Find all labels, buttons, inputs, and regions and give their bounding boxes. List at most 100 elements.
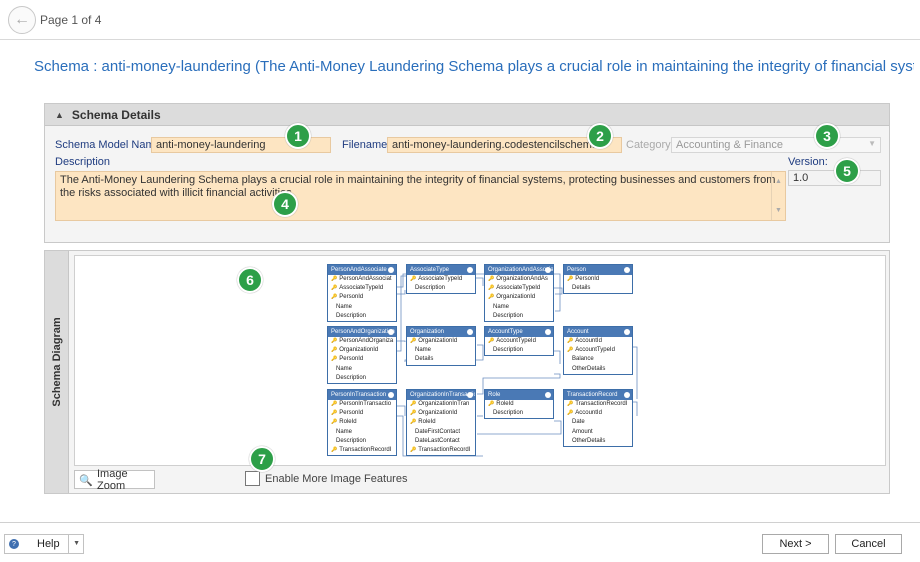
badge-7: 7 — [249, 446, 275, 472]
enable-features-checkbox[interactable] — [245, 471, 260, 486]
diagram-table-field: PersonId — [328, 409, 396, 418]
badge-6: 6 — [237, 267, 263, 293]
diagram-table: AccountTypeAccountTypeIdDescription — [484, 326, 554, 357]
diagram-table-field: Name — [493, 303, 510, 310]
diagram-table-field: RoleId — [485, 400, 553, 409]
chevron-down-icon[interactable]: ▼ — [73, 540, 80, 547]
collapse-icon — [388, 267, 394, 273]
diagram-table-field: Name — [336, 428, 353, 435]
diagram-table: OrganizationAndAssociateOrganizationAndA… — [484, 264, 554, 322]
diagram-table-field: Details — [572, 285, 591, 292]
image-zoom-button[interactable]: 🔍 Image Zoom — [74, 467, 155, 492]
schema-diagram-panel: Schema Diagram PersonAndAssociate 🔑 Pers… — [44, 250, 890, 494]
diagram-table-field: AccountId — [564, 409, 632, 418]
diagram-table-header: OrganizationInTransaction — [407, 390, 475, 400]
collapse-icon — [388, 392, 394, 398]
image-zoom-label: Image Zoom — [97, 467, 128, 492]
diagram-table-header: AccountType — [485, 327, 553, 337]
collapse-icon — [467, 392, 473, 398]
diagram-table-field: OtherDetails — [572, 437, 606, 444]
diagram-table-field: PersonId — [328, 355, 396, 364]
diagram-table-field: Description — [336, 437, 367, 444]
badge-3: 3 — [814, 123, 840, 149]
category-label: Category: — [626, 139, 674, 151]
collapse-icon — [545, 392, 551, 398]
diagram-table-field: PersonInTransactio — [328, 400, 396, 409]
diagram-table-field: Amount — [572, 428, 593, 435]
diagram-table: RoleRoleIdDescription — [484, 389, 554, 420]
diagram-table-field: Description — [336, 374, 367, 381]
diagram-table-field: AssociateTypeId — [407, 275, 475, 284]
schema-details-panel: ▲ Schema Details Schema Model Name: anti… — [44, 103, 890, 243]
diagram-table-header: Person — [564, 265, 632, 275]
chevron-up-icon[interactable]: ▲ — [55, 110, 64, 120]
diagram-table-header: TransactionRecord — [564, 390, 632, 400]
diagram-table-field: Name — [415, 347, 432, 354]
schema-details-header[interactable]: ▲ Schema Details — [45, 104, 889, 126]
bottom-bar: ? Help ▼ Next > Cancel — [0, 522, 920, 562]
diagram-table-header: Organization — [407, 327, 475, 337]
diagram-table-field: PersonAndAssociat — [328, 275, 396, 284]
diagram-table: OrganizationInTransactionOrganizationInT… — [406, 389, 476, 457]
zoom-icon: 🔍 — [79, 474, 93, 487]
chevron-down-icon: ▼ — [868, 139, 876, 148]
diagram-table: PersonInTransactionPersonInTransactioPer… — [327, 389, 397, 457]
diagram-table-field: RoleId — [328, 418, 396, 427]
help-button[interactable]: ? Help ▼ — [4, 534, 84, 554]
description-text: The Anti-Money Laundering Schema plays a… — [60, 174, 776, 199]
diagram-table-field: Balance — [572, 356, 594, 363]
diagram-table-header: PersonAndOrganization — [328, 327, 396, 337]
badge-1: 1 — [285, 123, 311, 149]
collapse-icon — [388, 329, 394, 335]
diagram-table-field: Name — [336, 365, 353, 372]
schema-diagram-image[interactable]: PersonAndAssociatePersonAndAssociat Assoc… — [74, 255, 886, 466]
schema-title: Schema : anti-money-laundering (The Anti… — [34, 58, 914, 75]
diagram-table-field: OrganizationId — [485, 293, 553, 302]
enable-features-option[interactable]: Enable More Image Features — [245, 471, 407, 486]
description-label: Description — [55, 156, 111, 168]
diagram-table-field: AccountTypeId — [564, 346, 632, 355]
version-label: Version: — [788, 156, 828, 168]
collapse-icon — [624, 267, 630, 273]
diagram-table-header: PersonInTransaction — [328, 390, 396, 400]
diagram-table: AssociateTypeAssociateTypeIdDescription — [406, 264, 476, 295]
diagram-table: PersonAndAssociatePersonAndAssociatAssoc… — [327, 264, 397, 322]
diagram-table-field: OrganizationId — [407, 409, 475, 418]
diagram-table-field: OrganizationId — [328, 346, 396, 355]
collapse-icon — [545, 329, 551, 335]
help-icon: ? — [9, 539, 19, 549]
schema-details-title: Schema Details — [71, 107, 161, 122]
diagram-table: AccountAccountIdAccountTypeIdBalance Othe… — [563, 326, 633, 375]
diagram-table-field: Description — [493, 410, 524, 417]
diagram-table-field: AssociateTypeId — [485, 284, 553, 293]
diagram-table-header: AssociateType — [407, 265, 475, 275]
category-select[interactable]: Accounting & Finance ▼ — [671, 137, 881, 153]
top-bar: ← Page 1 of 4 — [0, 0, 920, 40]
page-indicator: Page 1 of 4 — [40, 13, 102, 27]
collapse-icon — [545, 267, 551, 273]
diagram-table-field: DateFirstContact — [415, 428, 461, 435]
collapse-icon — [467, 329, 473, 335]
diagram-table-field: AccountId — [564, 337, 632, 346]
relationship-lines — [397, 273, 638, 457]
cancel-button[interactable]: Cancel — [835, 534, 902, 554]
diagram-table-field: TransactionRecordI — [564, 400, 632, 409]
schema-diagram-label: Schema Diagram — [51, 317, 63, 407]
diagram-table-field: OtherDetails — [572, 365, 606, 372]
diagram-table-header: Account — [564, 327, 632, 337]
back-arrow-icon[interactable]: ← — [8, 6, 36, 34]
badge-2: 2 — [587, 123, 613, 149]
diagram-table-field: PersonId — [328, 293, 396, 302]
collapse-icon — [467, 267, 473, 273]
next-button[interactable]: Next > — [762, 534, 829, 554]
diagram-table-field: PersonAndOrganiza — [328, 337, 396, 346]
diagram-table-header: PersonAndAssociate — [328, 265, 396, 275]
diagram-table-field: AccountTypeId — [485, 337, 553, 346]
description-scrollbar[interactable]: ▲ ▼ — [771, 172, 785, 220]
diagram-table-field: TransactionRecordI — [407, 446, 475, 455]
description-field[interactable]: The Anti-Money Laundering Schema plays a… — [55, 171, 786, 221]
diagram-table-field: Name — [336, 303, 353, 310]
diagram-table-field: OrganizationAndAs — [485, 275, 553, 284]
badge-4: 4 — [272, 191, 298, 217]
schema-model-name-label: Schema Model Name: — [55, 139, 164, 151]
